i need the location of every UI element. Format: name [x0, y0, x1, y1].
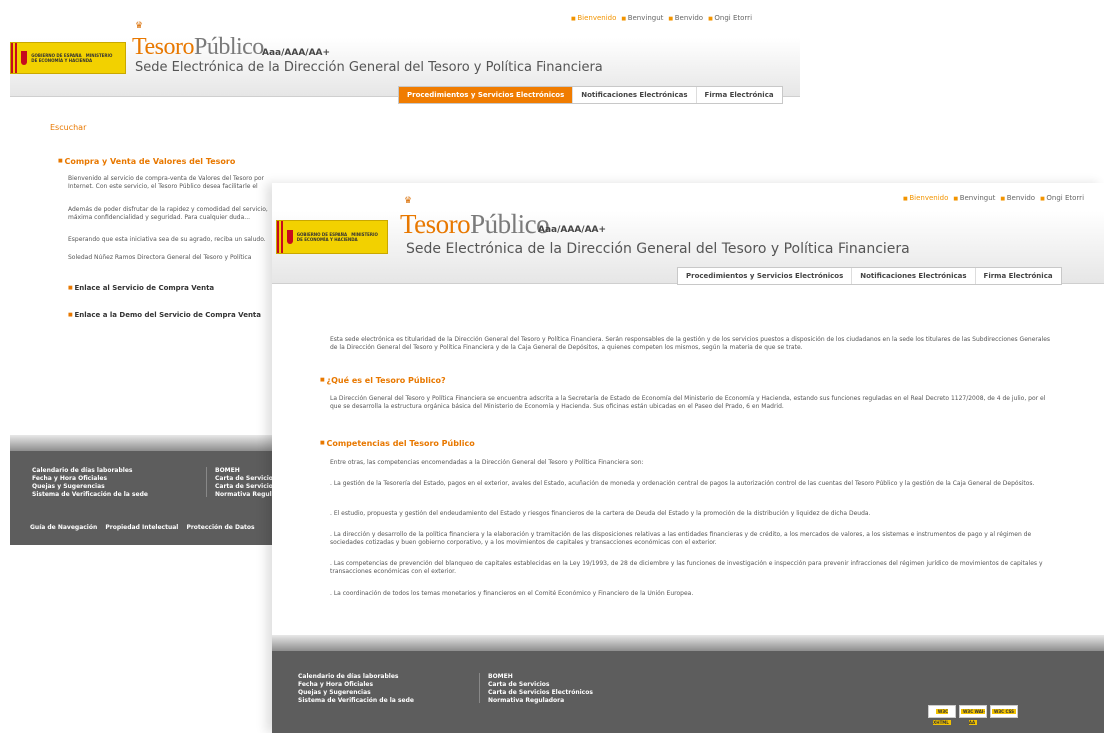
footer-link[interactable]: Calendario de días laborables [298, 673, 414, 681]
escuchar-link[interactable]: Escuchar [50, 123, 86, 132]
footer-link[interactable]: Fecha y Hora Oficiales [32, 475, 148, 483]
compra-venta-link[interactable]: Enlace al Servicio de Compra Venta [68, 284, 214, 292]
brand-logo[interactable]: TesoroPúblico [400, 209, 550, 240]
tab-procedimientos[interactable]: Procedimientos y Servicios Electrónicos [399, 87, 574, 103]
front-window: Bienvenido Benvingut Benvido Ongi Etorri GO… [272, 183, 1104, 733]
paragraph: Soledad Núñez Ramos Directora General de… [68, 254, 252, 261]
w3c-css-badge[interactable]: W3C CSS [990, 705, 1018, 718]
wcag-badges: W3C XHTML W3C WAI-AA W3C CSS [928, 705, 1018, 725]
list-item: . La dirección y desarrollo de la políti… [330, 531, 1032, 546]
intro-text: Esta sede electrónica es titularidad de … [330, 336, 1051, 351]
site-subtitle: Sede Electrónica de la Dirección General… [135, 60, 603, 75]
footer-link[interactable]: Carta de Servicios Electrónicos [488, 689, 593, 697]
lang-link[interactable]: Benvingut [621, 14, 663, 22]
gobierno-logo[interactable]: GOBIERNO DE ESPAÑA MINISTERIO DE ECONOMÍ… [10, 42, 126, 74]
footer-link[interactable]: Fecha y Hora Oficiales [298, 681, 414, 689]
lang-link[interactable]: Benvingut [953, 194, 995, 202]
footer-col-1: Calendario de días laborables Fecha y Ho… [32, 467, 148, 499]
tab-notificaciones[interactable]: Notificaciones Electrónicas [573, 87, 697, 103]
paragraph: Bienvenido al servicio de compra-venta d… [68, 175, 265, 190]
bottom-link[interactable]: Guía de Navegación [30, 524, 97, 531]
section-title: Competencias del Tesoro Público [320, 439, 474, 448]
accessibility-sizes[interactable]: Aaa/AAA/AA+ [262, 48, 330, 58]
list-item: . Las competencias de prevención del bla… [330, 560, 1043, 575]
list-item: . El estudio, propuesta y gestión del en… [330, 510, 871, 517]
footer-bottom-links: Guía de Navegación Propiedad Intelectual… [30, 524, 261, 531]
footer-col-1: Calendario de días laborables Fecha y Ho… [298, 673, 414, 705]
footer-link[interactable]: Normativa Reguladora [488, 697, 593, 705]
paragraph: Entre otras, las competencias encomendad… [330, 459, 644, 466]
section-title: Compra y Venta de Valores del Tesoro [58, 157, 235, 166]
footer: Calendario de días laborables Fecha y Ho… [272, 635, 1104, 733]
lang-link[interactable]: Benvido [668, 14, 703, 22]
paragraph: La Dirección General del Tesoro y Políti… [330, 395, 1046, 410]
footer-link[interactable]: Calendario de días laborables [32, 467, 148, 475]
tab-procedimientos[interactable]: Procedimientos y Servicios Electrónicos [678, 268, 853, 284]
crown-icon: ♛ [404, 196, 413, 206]
brand-logo[interactable]: TesoroPúblico [132, 34, 264, 61]
tab-notificaciones[interactable]: Notificaciones Electrónicas [852, 268, 976, 284]
lang-link[interactable]: Bienvenido [903, 194, 948, 202]
lang-link[interactable]: Benvido [1000, 194, 1035, 202]
list-item: . La coordinación de todos los temas mon… [330, 590, 694, 597]
w3c-wai-badge[interactable]: W3C WAI-AA [959, 705, 987, 725]
footer-link[interactable]: Sistema de Verificación de la sede [298, 697, 414, 705]
lang-link[interactable]: Ongi Etorri [708, 14, 752, 22]
paragraph: Esperando que esta iniciativa sea de su … [68, 236, 266, 243]
main-tabs: Procedimientos y Servicios Electrónicos … [677, 267, 1062, 285]
footer-link[interactable]: BOMEH [488, 673, 593, 681]
tab-firma[interactable]: Firma Electrónica [976, 268, 1061, 284]
lang-link[interactable]: Bienvenido [571, 14, 616, 22]
bottom-link[interactable]: Propiedad Intelectual [105, 524, 178, 531]
footer-link[interactable]: Quejas y Sugerencias [298, 689, 414, 697]
footer-link[interactable]: Sistema de Verificación de la sede [32, 491, 148, 499]
paragraph: Además de poder disfrutar de la rapidez … [68, 206, 268, 221]
language-links: Bienvenido Benvingut Benvido Ongi Etorri [566, 14, 752, 22]
bottom-link[interactable]: Protección de Datos [186, 524, 254, 531]
site-subtitle: Sede Electrónica de la Dirección General… [406, 241, 910, 257]
section-title: ¿Qué es el Tesoro Público? [320, 376, 445, 385]
list-item: . La gestión de la Tesorería del Estado,… [330, 480, 1035, 487]
tab-firma[interactable]: Firma Electrónica [697, 87, 782, 103]
lang-link[interactable]: Ongi Etorri [1040, 194, 1084, 202]
language-links: Bienvenido Benvingut Benvido Ongi Etorri [898, 194, 1084, 202]
footer-link[interactable]: Quejas y Sugerencias [32, 483, 148, 491]
crown-icon: ♛ [135, 21, 144, 31]
footer-link[interactable]: Carta de Servicios [488, 681, 593, 689]
accessibility-sizes[interactable]: Aaa/AAA/AA+ [538, 225, 606, 235]
gobierno-logo[interactable]: GOBIERNO DE ESPAÑA MINISTERIO DE ECONOMÍ… [276, 220, 388, 254]
main-tabs: Procedimientos y Servicios Electrónicos … [398, 86, 783, 104]
demo-link[interactable]: Enlace a la Demo del Servicio de Compra … [68, 311, 261, 319]
w3c-xhtml-badge[interactable]: W3C XHTML [928, 705, 956, 725]
footer-col-2: BOMEH Carta de Servicios Carta de Servic… [488, 673, 593, 705]
